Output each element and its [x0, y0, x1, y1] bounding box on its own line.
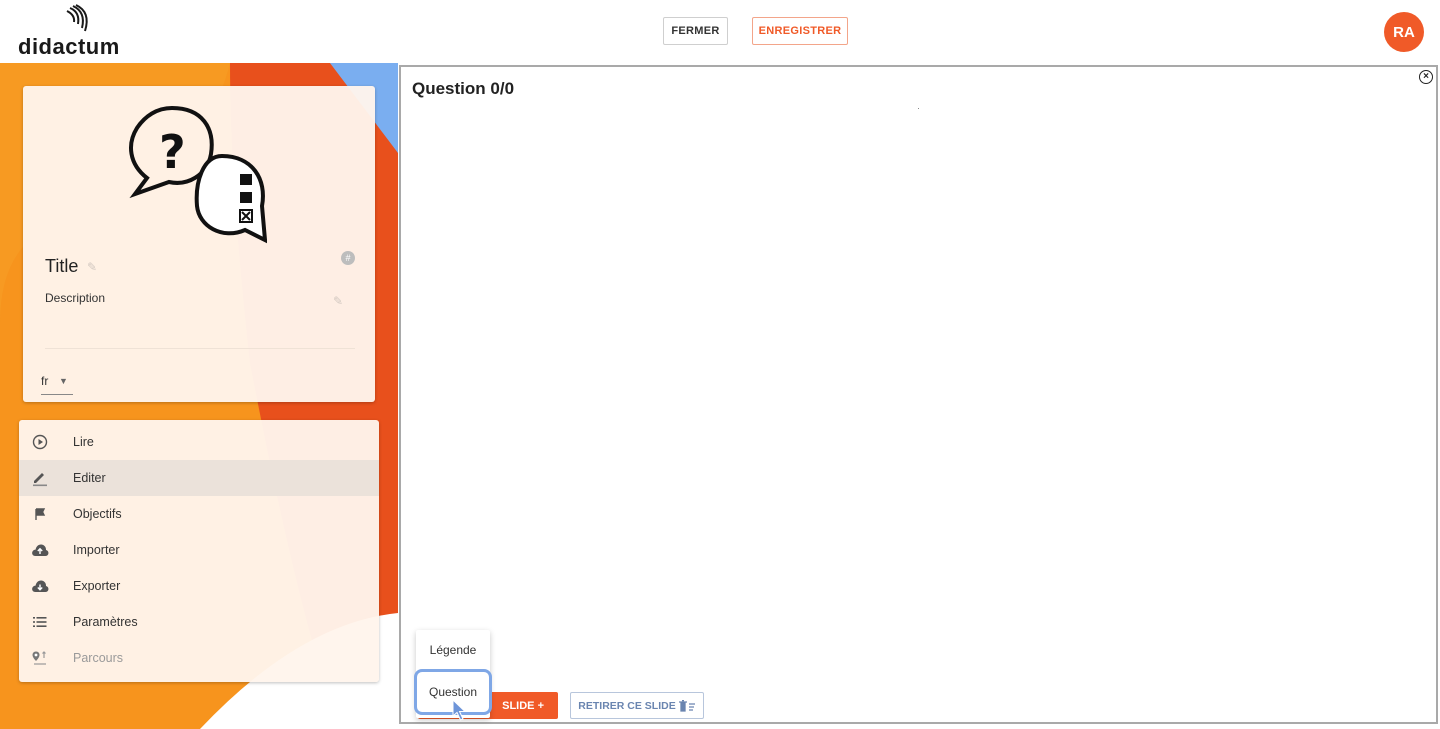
canvas-dot — [918, 108, 919, 109]
caret-down-icon: ▼ — [59, 376, 68, 386]
menu-item-label: Editer — [73, 471, 106, 485]
trash-list-icon — [678, 699, 695, 712]
cloud-upload-icon — [31, 541, 49, 559]
menu-option-legende[interactable]: Légende — [416, 632, 490, 668]
side-menu: Lire Editer Objectifs Importer Exporter … — [19, 420, 379, 682]
route-icon — [31, 649, 49, 667]
course-title[interactable]: Title — [45, 256, 78, 277]
menu-item-label: Lire — [73, 435, 94, 449]
description-divider — [45, 348, 355, 349]
hash-badge[interactable]: # — [341, 251, 355, 265]
language-value: fr — [41, 374, 49, 388]
remove-slide-button[interactable]: RETIRER CE SLIDE — [570, 692, 704, 719]
remove-slide-label: RETIRER CE SLIDE — [578, 699, 676, 712]
play-circle-icon — [31, 433, 49, 451]
edit-description-icon[interactable]: ✎ — [333, 294, 343, 308]
user-avatar[interactable]: RA — [1384, 12, 1424, 52]
list-icon — [31, 613, 49, 631]
menu-item-editer[interactable]: Editer — [19, 460, 379, 496]
edit-title-icon[interactable]: ✎ — [87, 260, 97, 274]
menu-item-importer[interactable]: Importer — [19, 532, 379, 568]
menu-item-label: Paramètres — [73, 615, 138, 629]
course-description[interactable]: Description — [45, 291, 105, 305]
menu-item-objectifs[interactable]: Objectifs — [19, 496, 379, 532]
brand-logo[interactable]: didactum — [18, 4, 128, 60]
question-title: Question 0/0 — [412, 79, 515, 98]
menu-item-label: Exporter — [73, 579, 121, 593]
menu-item-label: Parcours — [73, 651, 124, 665]
close-button[interactable]: FERMER — [663, 17, 728, 45]
svg-text:?: ? — [159, 125, 186, 179]
question-chat-bubbles-icon: ? — [129, 105, 267, 244]
save-button[interactable]: ENREGISTRER — [752, 17, 848, 45]
menu-item-lire[interactable]: Lire — [19, 424, 379, 460]
menu-item-exporter[interactable]: Exporter — [19, 568, 379, 604]
menu-item-parcours: Parcours — [19, 640, 379, 676]
pencil-icon — [31, 469, 49, 487]
add-slide-label: SLIDE + — [502, 699, 544, 712]
menu-item-label: Importer — [73, 543, 120, 557]
menu-item-parametres[interactable]: Paramètres — [19, 604, 379, 640]
cloud-download-icon — [31, 577, 49, 595]
slide-editor: Question 0/0 × SLIDE + RETIRER CE SLIDE — [399, 65, 1438, 724]
close-circle-icon[interactable]: × — [1419, 70, 1433, 84]
language-select[interactable]: fr ▼ — [41, 374, 73, 395]
brand-name: didactum — [18, 34, 120, 59]
mouse-cursor-icon — [452, 699, 467, 721]
flag-icon — [31, 505, 49, 523]
menu-item-label: Objectifs — [73, 507, 122, 521]
course-info-card: ? Title ✎ # Description ✎ fr ▼ — [23, 86, 375, 402]
